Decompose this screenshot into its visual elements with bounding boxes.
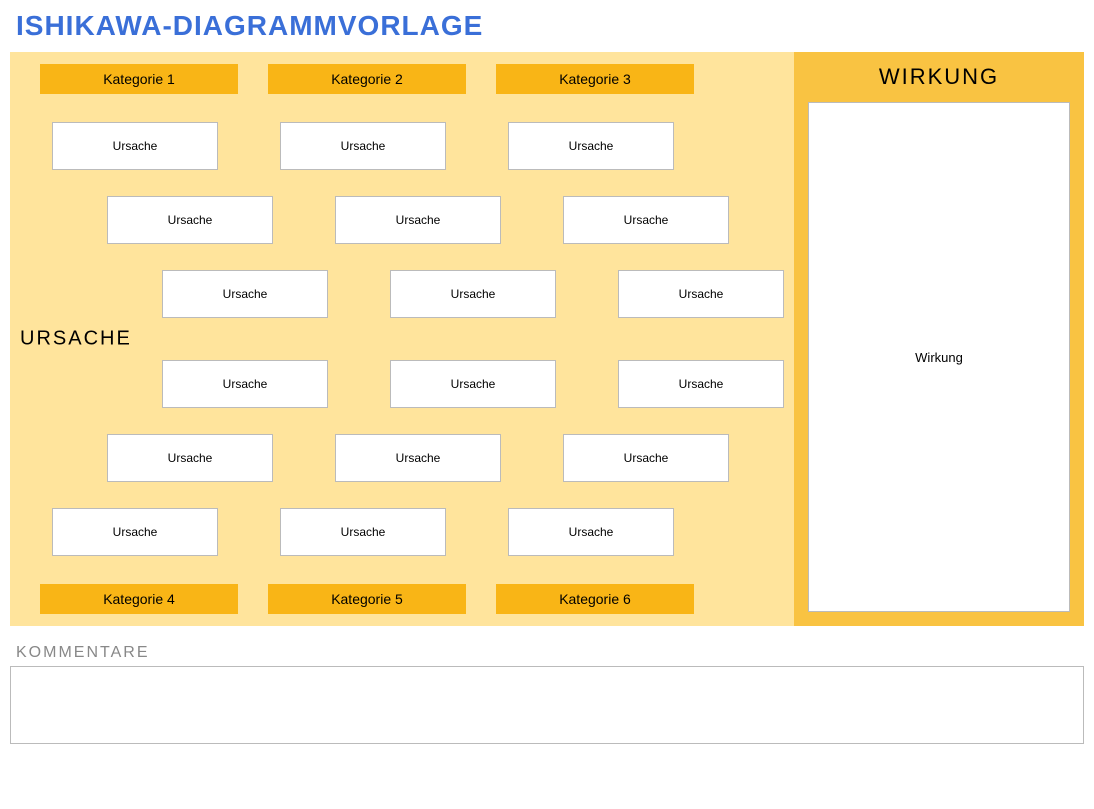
cause-box[interactable]: Ursache	[52, 508, 218, 556]
effect-title: WIRKUNG	[808, 64, 1070, 90]
category-6[interactable]: Kategorie 6	[496, 584, 694, 614]
page-title: ISHIKAWA-DIAGRAMMVORLAGE	[10, 10, 1084, 42]
effect-panel: WIRKUNG Wirkung	[794, 52, 1084, 626]
cause-box[interactable]: Ursache	[390, 270, 556, 318]
comments-label: KOMMENTARE	[10, 644, 1084, 662]
cause-label: URSACHE	[20, 328, 132, 351]
causes-panel: Kategorie 1 Kategorie 2 Kategorie 3 URSA…	[10, 52, 794, 626]
cause-box[interactable]: Ursache	[162, 360, 328, 408]
spine-area: URSACHE Ursache Ursache Ursache Ursache …	[22, 104, 776, 574]
cause-box[interactable]: Ursache	[390, 360, 556, 408]
category-1[interactable]: Kategorie 1	[40, 64, 238, 94]
cause-box[interactable]: Ursache	[107, 434, 273, 482]
bottom-categories-row: Kategorie 4 Kategorie 5 Kategorie 6	[40, 584, 776, 614]
cause-box[interactable]: Ursache	[508, 508, 674, 556]
cause-box[interactable]: Ursache	[162, 270, 328, 318]
cause-box[interactable]: Ursache	[563, 434, 729, 482]
comments-box[interactable]	[10, 666, 1084, 744]
cause-box[interactable]: Ursache	[52, 122, 218, 170]
diagram-container: Kategorie 1 Kategorie 2 Kategorie 3 URSA…	[10, 52, 1084, 626]
effect-box[interactable]: Wirkung	[808, 102, 1070, 612]
cause-box[interactable]: Ursache	[280, 508, 446, 556]
category-5[interactable]: Kategorie 5	[268, 584, 466, 614]
cause-box[interactable]: Ursache	[335, 434, 501, 482]
category-2[interactable]: Kategorie 2	[268, 64, 466, 94]
cause-box[interactable]: Ursache	[618, 270, 784, 318]
cause-box[interactable]: Ursache	[280, 122, 446, 170]
cause-box[interactable]: Ursache	[618, 360, 784, 408]
cause-box[interactable]: Ursache	[508, 122, 674, 170]
cause-box[interactable]: Ursache	[107, 196, 273, 244]
category-3[interactable]: Kategorie 3	[496, 64, 694, 94]
top-categories-row: Kategorie 1 Kategorie 2 Kategorie 3	[40, 64, 776, 94]
category-4[interactable]: Kategorie 4	[40, 584, 238, 614]
cause-box[interactable]: Ursache	[563, 196, 729, 244]
cause-box[interactable]: Ursache	[335, 196, 501, 244]
